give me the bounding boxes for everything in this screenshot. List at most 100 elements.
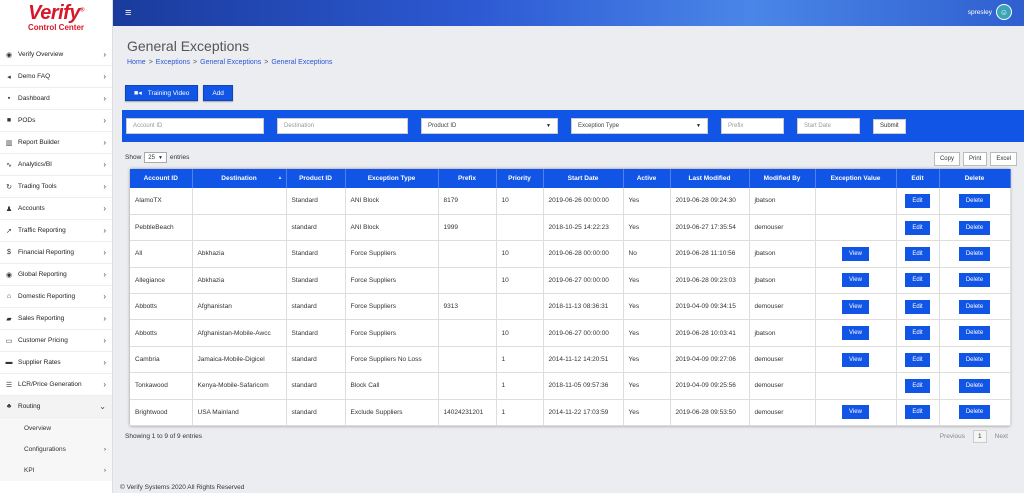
edit-button[interactable]: Edit <box>905 220 930 235</box>
sidebar-item-report-builder[interactable]: ▥ Report Builder › <box>0 132 112 154</box>
breadcrumb-link[interactable]: Exceptions <box>156 59 190 66</box>
column-header-prefix[interactable]: Prefix <box>438 169 497 188</box>
cell-edit: Edit <box>896 240 940 268</box>
product-id-select[interactable]: Product ID ▼ <box>421 118 558 134</box>
sidebar-subitem-configurations[interactable]: Configurations › <box>0 439 112 460</box>
sidebar-subitem-kpi[interactable]: KPI › <box>0 460 112 481</box>
sidebar-item-financial-reporting[interactable]: $ Financial Reporting › <box>0 242 112 264</box>
sidebar-item-pods[interactable]: ■ PODs › <box>0 110 112 132</box>
logo[interactable]: Verify® Control Center <box>0 0 112 44</box>
sidebar-item-supplier-rates[interactable]: ▬ Supplier Rates › <box>0 352 112 374</box>
column-header-exception-value[interactable]: Exception Value <box>815 169 897 188</box>
column-header-exception-type[interactable]: Exception Type <box>345 169 439 188</box>
print-button[interactable]: Print <box>962 152 988 166</box>
delete-button[interactable]: Delete <box>958 352 991 367</box>
column-header-active[interactable]: Active <box>623 169 671 188</box>
delete-button[interactable]: Delete <box>958 220 991 235</box>
sidebar-item-analytics-bi[interactable]: ∿ Analytics/BI › <box>0 154 112 176</box>
sidebar-item-trading-tools[interactable]: ↻ Trading Tools › <box>0 176 112 198</box>
view-button[interactable]: View <box>842 326 869 341</box>
view-button[interactable]: View <box>842 352 869 367</box>
delete-button[interactable]: Delete <box>958 193 991 208</box>
submit-button[interactable]: Submit <box>873 118 906 134</box>
delete-button[interactable]: Delete <box>958 326 991 341</box>
delete-button[interactable]: Delete <box>958 378 991 393</box>
cell-active: Yes <box>623 293 671 321</box>
edit-button[interactable]: Edit <box>905 378 930 393</box>
sidebar-item-verify-overview[interactable]: ◉ Verify Overview › <box>0 44 112 66</box>
sidebar-item-label: Trading Tools <box>18 183 57 190</box>
avatar[interactable]: ☺ <box>996 4 1012 20</box>
edit-button[interactable]: Edit <box>905 299 930 314</box>
training-video-button[interactable]: ■◂ Training Video <box>125 85 199 101</box>
table-row: All Abkhazia Standard Force Suppliers 10 2019… <box>130 240 1011 268</box>
edit-button[interactable]: Edit <box>905 405 930 420</box>
column-header-product-id[interactable]: Product ID <box>286 169 346 188</box>
excel-button[interactable]: Excel <box>990 152 1017 166</box>
sidebar-item-customer-pricing[interactable]: ▭ Customer Pricing › <box>0 330 112 352</box>
column-header-edit[interactable]: Edit <box>896 169 940 188</box>
menu-icon[interactable]: ≡ <box>125 7 131 19</box>
view-button[interactable]: View <box>842 246 869 261</box>
edit-button[interactable]: Edit <box>905 273 930 288</box>
view-button[interactable]: View <box>842 273 869 288</box>
page-number[interactable]: 1 <box>973 430 987 443</box>
column-header-destination[interactable]: Destination ▲ <box>192 169 287 188</box>
cell-by: demouser <box>749 346 816 374</box>
delete-button[interactable]: Delete <box>958 405 991 420</box>
cell-active: Yes <box>623 267 671 295</box>
sidebar-item-dashboard[interactable]: ▪ Dashboard › <box>0 88 112 110</box>
sidebar-item-demo-faq[interactable]: ◂ Demo FAQ › <box>0 66 112 88</box>
column-header-start-date[interactable]: Start Date <box>543 169 624 188</box>
cell-product: standard <box>286 214 346 242</box>
edit-button[interactable]: Edit <box>905 193 930 208</box>
megaphone-icon: ◂ <box>7 73 11 81</box>
view-button[interactable]: View <box>842 405 869 420</box>
sidebar-item-sales-reporting[interactable]: ▰ Sales Reporting › <box>0 308 112 330</box>
start-date-input[interactable]: Start Date <box>797 118 860 134</box>
exception-type-select[interactable]: Exception Type ▼ <box>571 118 708 134</box>
edit-button[interactable]: Edit <box>905 326 930 341</box>
cell-start: 2019-06-26 00:00:00 <box>543 188 624 215</box>
column-header-last-modified[interactable]: Last Modified <box>670 169 750 188</box>
copy-button[interactable]: Copy <box>933 152 960 166</box>
next-button[interactable]: Next <box>995 433 1008 440</box>
edit-button[interactable]: Edit <box>905 352 930 367</box>
column-header-priority[interactable]: Priority <box>496 169 544 188</box>
user-menu[interactable]: spresley ☺ <box>968 4 1012 20</box>
sidebar-subitem-overview[interactable]: Overview <box>0 418 112 439</box>
cell-account: PebbleBeach <box>130 214 193 242</box>
table-info: Showing 1 to 9 of 9 entries <box>125 433 202 440</box>
breadcrumb-link[interactable]: General Exceptions <box>271 59 332 66</box>
sidebar-item-lcr-price-generation[interactable]: ☰ LCR/Price Generation › <box>0 374 112 396</box>
column-header-account-id[interactable]: Account ID <box>130 169 193 188</box>
prefix-input[interactable]: Prefix <box>721 118 784 134</box>
previous-button[interactable]: Previous <box>940 433 965 440</box>
cell-delete: Delete <box>939 267 1011 295</box>
table-row: AlamoTX Standard ANI Block 8179 10 2019-06-26… <box>130 188 1011 215</box>
cell-prefix: 9313 <box>438 293 497 321</box>
column-header-modified-by[interactable]: Modified By <box>749 169 816 188</box>
breadcrumb-link[interactable]: General Exceptions <box>200 59 261 66</box>
account-id-input[interactable]: Account ID <box>126 118 264 134</box>
sidebar-item-global-reporting[interactable]: ◉ Global Reporting › <box>0 264 112 286</box>
view-button[interactable]: View <box>842 299 869 314</box>
delete-button[interactable]: Delete <box>958 246 991 261</box>
sidebar-item-accounts[interactable]: ♟ Accounts › <box>0 198 112 220</box>
cell-priority: 10 <box>496 267 544 295</box>
breadcrumb-link[interactable]: Home <box>127 59 146 66</box>
add-button[interactable]: Add <box>203 85 233 101</box>
column-header-delete[interactable]: Delete <box>939 169 1011 188</box>
sidebar-item-routing[interactable]: ♣ Routing ⌄ <box>0 396 112 418</box>
sidebar-item-label: Traffic Reporting <box>18 227 66 234</box>
destination-input[interactable]: Destination <box>277 118 408 134</box>
delete-button[interactable]: Delete <box>958 299 991 314</box>
chevron-right-icon: › <box>103 94 106 103</box>
edit-button[interactable]: Edit <box>905 246 930 261</box>
sidebar-item-domestic-reporting[interactable]: ⌂ Domestic Reporting › <box>0 286 112 308</box>
delete-button[interactable]: Delete <box>958 273 991 288</box>
column-header-label: Destination <box>221 175 257 182</box>
sidebar-item-traffic-reporting[interactable]: ➚ Traffic Reporting › <box>0 220 112 242</box>
cell-delete: Delete <box>939 346 1011 374</box>
page-length-select[interactable]: 25 ▼ <box>144 152 167 163</box>
